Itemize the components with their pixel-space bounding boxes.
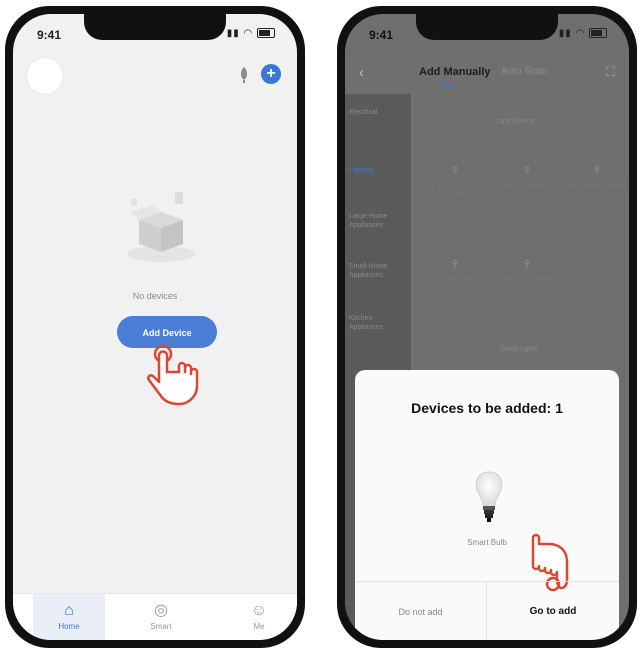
- device-label: Light Source (Wi-Fi): [500, 183, 554, 189]
- signal-icon: ▮▮: [558, 28, 572, 39]
- sheet-button-row: Do not add Go to add: [355, 581, 619, 640]
- device-label: Light Source (Zigbee): [568, 183, 626, 189]
- bulb-icon: ♀: [521, 255, 533, 271]
- sidebar-item-kitchen[interactable]: Kitchen Appliances: [349, 314, 407, 332]
- chevron-left-icon[interactable]: ‹: [359, 64, 364, 80]
- bulb-icon: ♀: [449, 255, 461, 271]
- sidebar-item-electrical[interactable]: Electrical: [349, 108, 407, 117]
- devices-to-add-sheet: Devices to be added: 1 Smart Bulb Do not…: [355, 370, 619, 640]
- battery-icon: [589, 28, 607, 39]
- category-title: Light Source: [495, 118, 535, 125]
- tab-smart[interactable]: ◎ Smart: [125, 594, 197, 640]
- battery-icon: [257, 28, 275, 39]
- microphone-icon[interactable]: [237, 66, 251, 86]
- avatar[interactable]: [27, 58, 63, 94]
- phone-frame-add-device: 9:41 ▮▮ ◠ ‹ Add Manually Auto Scan ⛶ Ele…: [337, 6, 637, 648]
- go-to-add-button[interactable]: Go to add: [487, 582, 619, 640]
- wifi-icon: ◠: [243, 28, 254, 39]
- tab-auto-scan[interactable]: Auto Scan: [501, 66, 547, 77]
- tab-me[interactable]: ☺ Me: [223, 594, 295, 640]
- device-item[interactable]: ♀ Light Source (BLE): [425, 254, 485, 284]
- sheet-title: Devices to be added: 1: [411, 400, 563, 416]
- device-label: Light Source (other): [500, 277, 554, 283]
- status-icons: ▮▮ ◠: [559, 28, 607, 39]
- tab-add-manually[interactable]: Add Manually: [419, 66, 491, 78]
- device-item[interactable]: ♀ Light Source (BLE+Wi-Fi): [425, 160, 485, 198]
- wifi-icon: ◠: [575, 28, 586, 39]
- tab-me-label: Me: [253, 622, 265, 631]
- notch: [84, 14, 226, 40]
- tab-home-label: Home: [58, 622, 80, 631]
- device-item[interactable]: ♀ Light Source (Wi-Fi): [497, 160, 557, 190]
- phone-frame-home: 9:41 ▮▮ ◠ + No devices Add Device ⌂ Home…: [5, 6, 305, 648]
- status-time: 9:41: [37, 28, 62, 42]
- home-screen: 9:41 ▮▮ ◠ + No devices Add Device ⌂ Home…: [13, 14, 297, 640]
- status-time: 9:41: [369, 28, 394, 42]
- do-not-add-button[interactable]: Do not add: [355, 582, 487, 640]
- tab-bar: ⌂ Home ◎ Smart ☺ Me: [13, 593, 297, 640]
- tab-smart-label: Smart: [150, 622, 172, 631]
- profile-icon: ☺: [250, 602, 268, 619]
- sidebar-item-small-appliances[interactable]: Small Home Appliances: [349, 262, 407, 280]
- status-icons: ▮▮ ◠: [227, 28, 275, 39]
- plus-circle-icon[interactable]: +: [261, 64, 281, 84]
- scan-icon[interactable]: ⛶: [606, 64, 615, 80]
- active-tab-indicator: [441, 84, 453, 86]
- device-label: Light Source (BLE+Wi-Fi): [438, 183, 472, 197]
- add-device-screen: 9:41 ▮▮ ◠ ‹ Add Manually Auto Scan ⛶ Ele…: [345, 14, 629, 640]
- empty-box-icon: [121, 188, 201, 268]
- sidebar-item-large-appliances[interactable]: Large Home Appliances: [349, 212, 407, 230]
- bulb-icon: ♀: [591, 161, 603, 177]
- subcategory-title: Deco Lights: [501, 346, 538, 353]
- smart-icon: ◎: [154, 602, 168, 619]
- device-item[interactable]: ♀ Light Source (other): [497, 254, 557, 284]
- device-item[interactable]: ♀ Light Source (Zigbee): [567, 160, 627, 190]
- bulb-icon: [471, 470, 507, 526]
- device-label: Light Source (BLE): [429, 277, 481, 283]
- notch: [416, 14, 558, 40]
- home-icon: ⌂: [64, 602, 74, 619]
- sidebar-item-lighting[interactable]: Lighting: [349, 166, 407, 175]
- signal-icon: ▮▮: [226, 28, 240, 39]
- tap-hand-icon: [147, 344, 205, 406]
- device-to-add-label: Smart Bulb: [467, 538, 507, 547]
- tab-home[interactable]: ⌂ Home: [33, 594, 105, 640]
- bulb-icon: ♀: [449, 161, 461, 177]
- add-device-nav: ‹ Add Manually Auto Scan ⛶: [345, 58, 629, 88]
- bulb-icon: ♀: [521, 161, 533, 177]
- empty-state-text: No devices: [132, 291, 178, 301]
